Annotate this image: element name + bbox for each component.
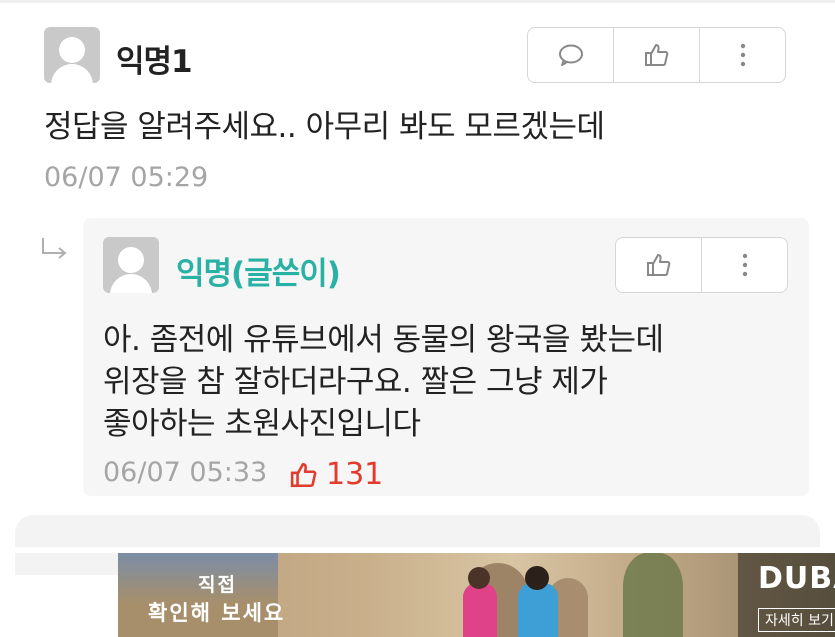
reply-avatar [103, 237, 159, 293]
more-button[interactable] [700, 28, 785, 82]
like-button[interactable] [614, 28, 700, 82]
thumbs-up-icon [646, 254, 670, 276]
comment-text: 정답을 알려주세요.. 아무리 봐도 모르겠는데 [44, 109, 605, 145]
reply-more-button[interactable] [702, 238, 787, 292]
reply-arrow-icon [42, 238, 67, 259]
reply-actions [615, 237, 788, 293]
top-divider [0, 0, 835, 3]
reply-text-line: 위장을 참 잘하더라구요. 짤은 그냥 제가 [103, 364, 608, 400]
more-vertical-icon [740, 43, 745, 67]
avatar [44, 27, 100, 83]
comment-author: 익명1 [116, 44, 193, 80]
like-count: 131 [326, 457, 384, 492]
thumbs-up-icon [644, 44, 668, 66]
comment-timestamp: 06/07 05:29 [44, 162, 209, 193]
ad-subheadline: 확인해 보세요 [148, 601, 286, 625]
reply-like-count: 131 [290, 457, 383, 492]
reply-timestamp: 06/07 05:33 [103, 457, 268, 488]
ad-cta-button[interactable]: 자세히 보기 [758, 608, 835, 632]
reply-like-button[interactable] [616, 238, 702, 292]
comment-actions [527, 27, 786, 83]
more-vertical-icon [742, 253, 747, 277]
ad-banner[interactable]: 직접 확인해 보세요 DUBA 자세히 보기 [118, 553, 835, 637]
reply-text-line: 좋아하는 초원사진입니다 [103, 406, 421, 442]
ad-headline: 직접 [198, 574, 237, 596]
speech-bubble-icon [558, 44, 583, 66]
ad-logo: DUBA [758, 561, 835, 596]
reply-text-line: 아. 좀전에 유튜브에서 동물의 왕국을 봤는데 [103, 322, 664, 358]
thumbs-up-icon [290, 462, 317, 487]
reply-author: 익명(글쓴이) [176, 256, 341, 292]
reply-button[interactable] [528, 28, 614, 82]
